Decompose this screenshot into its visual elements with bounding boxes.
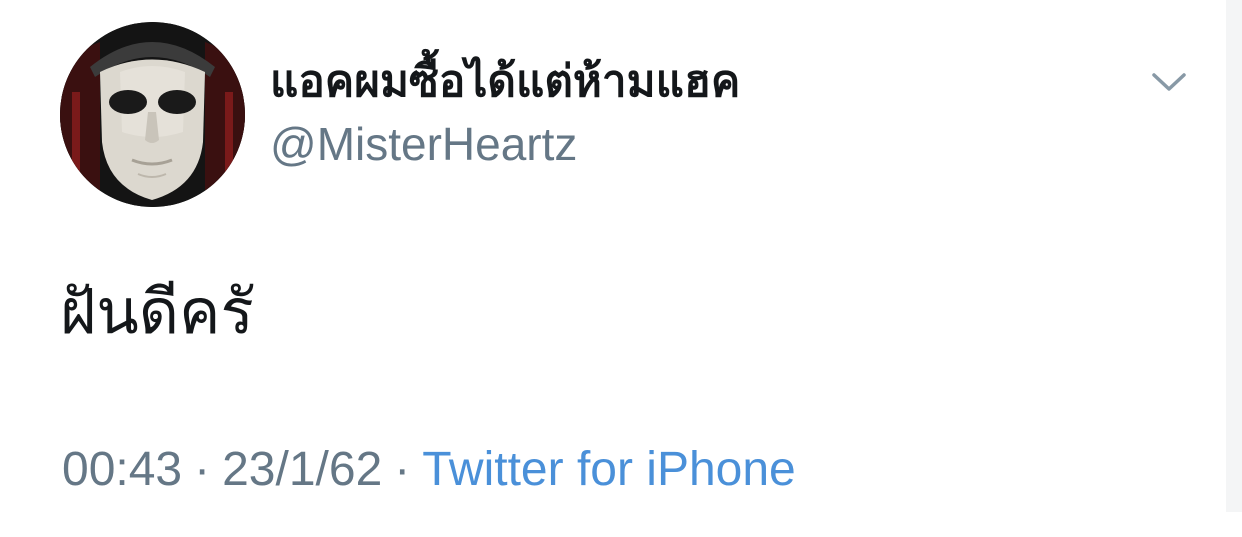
chevron-down-icon[interactable] xyxy=(1148,66,1190,96)
author-handle[interactable]: @MisterHeartz xyxy=(270,116,577,172)
avatar[interactable] xyxy=(60,22,245,207)
scroll-edge xyxy=(1226,0,1242,512)
masked-face-avatar-image xyxy=(60,22,245,207)
tweet-date[interactable]: 23/1/62 xyxy=(222,443,382,496)
author-display-name[interactable]: แอคผมซื้อได้แต่ห้ามแฮค xyxy=(270,54,740,110)
tweet-card: แอคผมซื้อได้แต่ห้ามแฮค @MisterHeartz ฝัน… xyxy=(0,0,1226,537)
meta-separator: · xyxy=(194,443,211,496)
tweet-text: ฝันดีครั xyxy=(60,275,254,348)
tweet-time[interactable]: 00:43 xyxy=(62,443,182,496)
meta-separator: · xyxy=(394,443,411,496)
tweet-source-link[interactable]: Twitter for iPhone xyxy=(422,443,796,496)
tweet-meta: 00:43 · 23/1/62 · Twitter for iPhone xyxy=(62,440,796,500)
